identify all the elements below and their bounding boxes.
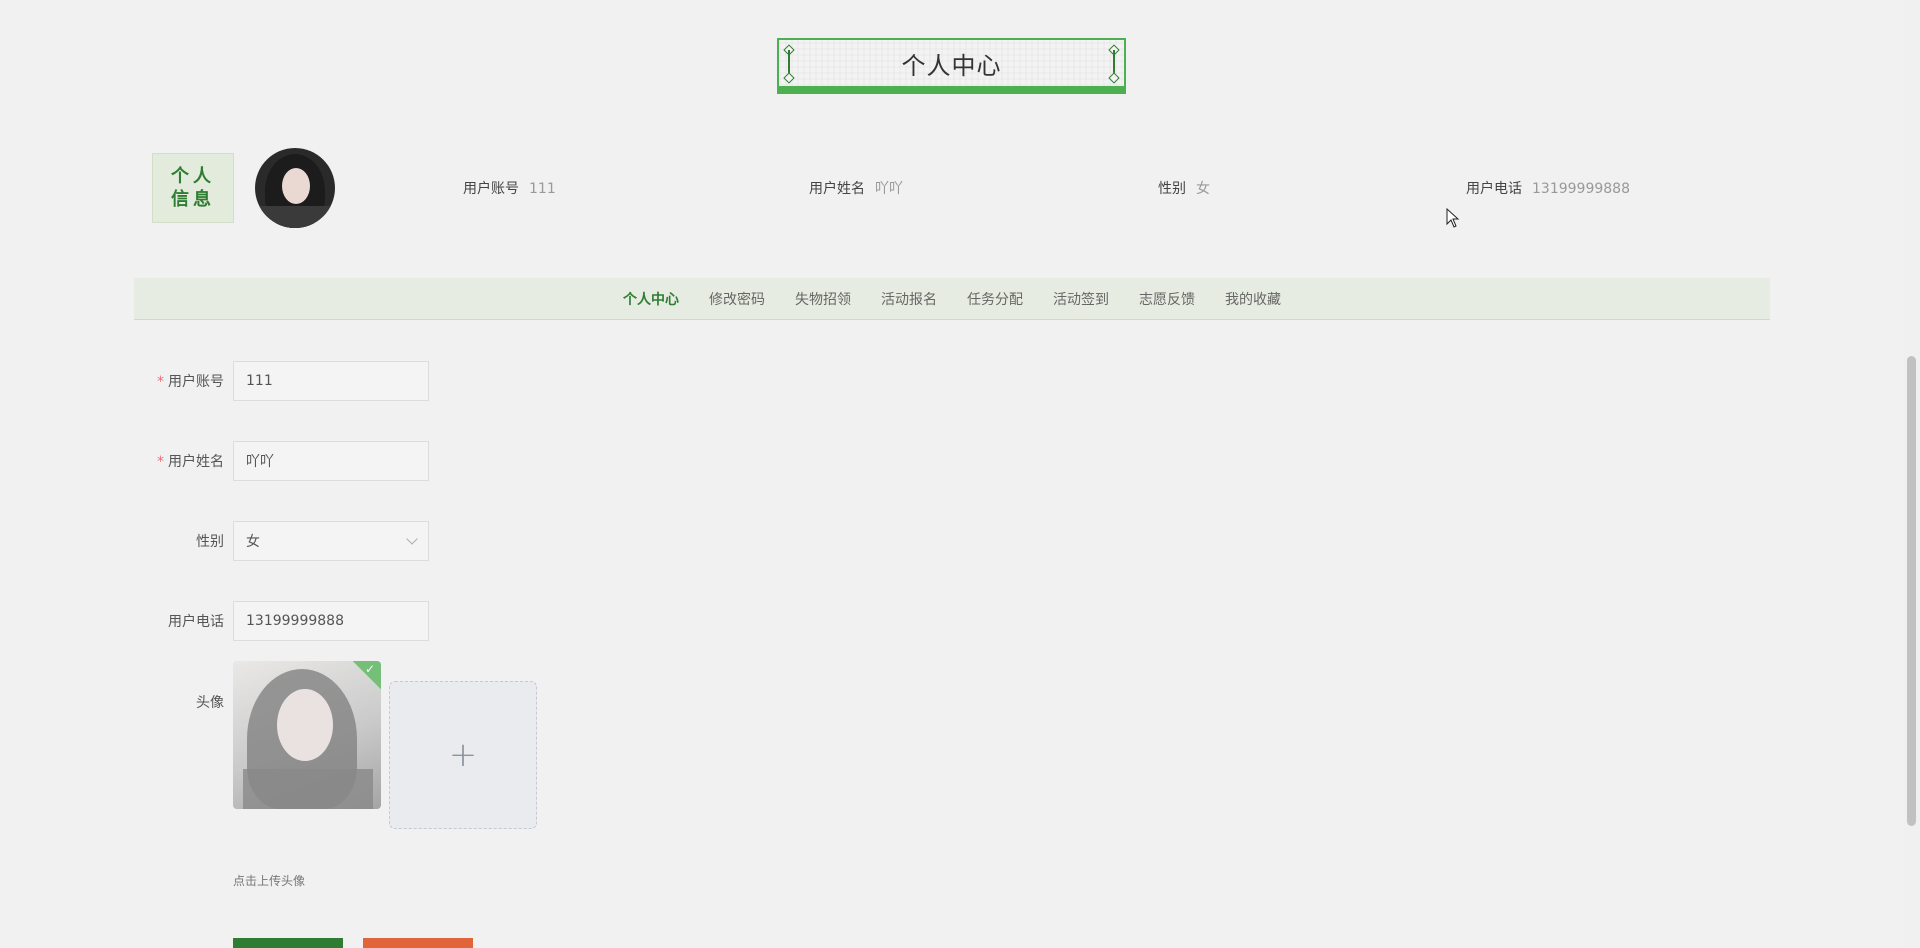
form-row-phone: 用户电话 [140, 601, 429, 641]
avatar [255, 148, 335, 228]
avatar-upload-button[interactable]: + [389, 681, 537, 829]
form-row-account: * 用户账号 [140, 361, 429, 401]
profile-field-label: 性别 [1158, 181, 1186, 197]
profile-field-phone: 用户电话 13199999888 [1466, 178, 1630, 198]
scrollbar-thumb[interactable] [1907, 356, 1916, 826]
tab-personal-center[interactable]: 个人中心 [623, 289, 679, 309]
avatar-upload-tip: 点击上传头像 [233, 874, 306, 888]
avatar-upload-label: 头像 [196, 695, 224, 711]
uploaded-avatar-preview[interactable]: ✓ [233, 661, 381, 809]
gender-label: 性别 [196, 534, 224, 550]
tab-task-assignment[interactable]: 任务分配 [967, 289, 1023, 309]
profile-field-value: 111 [529, 181, 556, 197]
phone-label: 用户电话 [168, 614, 224, 630]
profile-nav: 个人中心 修改密码 失物招领 活动报名 任务分配 活动签到 志愿反馈 我的收藏 [134, 278, 1770, 320]
gender-select[interactable]: 女 [233, 521, 429, 561]
form-row-gender: 性别 女 [140, 521, 429, 561]
profile-info-tag-line2: 信息 [171, 189, 215, 210]
required-mark: * [157, 454, 164, 470]
profile-field-name: 用户姓名 吖吖 [809, 178, 903, 198]
tab-activity-checkin[interactable]: 活动签到 [1053, 289, 1109, 309]
page-title-box: 个人中心 [777, 38, 1126, 94]
title-ornament-left-icon [783, 44, 795, 84]
chevron-down-icon [406, 533, 418, 545]
mouse-cursor-icon [1446, 208, 1460, 228]
tab-lost-and-found[interactable]: 失物招领 [795, 289, 851, 309]
name-label: * 用户姓名 [157, 454, 224, 470]
profile-field-value: 女 [1196, 181, 1210, 197]
required-mark: * [157, 374, 164, 390]
profile-field-label: 用户账号 [463, 181, 519, 197]
tab-activity-signup[interactable]: 活动报名 [881, 289, 937, 309]
tab-volunteer-feedback[interactable]: 志愿反馈 [1139, 289, 1195, 309]
profile-field-label: 用户电话 [1466, 181, 1522, 197]
check-icon: ✓ [364, 662, 375, 676]
profile-info-tag: 个人 信息 [152, 153, 234, 223]
name-input[interactable] [233, 441, 429, 481]
profile-field-label: 用户姓名 [809, 181, 865, 197]
page-scrollbar[interactable] [1903, 0, 1920, 948]
phone-input[interactable] [233, 601, 429, 641]
save-button[interactable] [233, 938, 343, 948]
cancel-button[interactable] [363, 938, 473, 948]
account-input[interactable] [233, 361, 429, 401]
page-title: 个人中心 [901, 51, 1002, 80]
gender-select-value: 女 [246, 534, 260, 550]
page: 个人中心 个人 信息 用户账号 111 用户姓名 吖吖 性别女 用户电话 131999… [0, 0, 1920, 948]
form-row-name: * 用户姓名 [140, 441, 429, 481]
profile-field-value: 13199999888 [1532, 181, 1630, 197]
tab-change-password[interactable]: 修改密码 [709, 289, 765, 309]
profile-field-gender: 性别女 [1158, 178, 1210, 198]
profile-field-account: 用户账号 111 [463, 178, 556, 198]
plus-icon: + [448, 735, 478, 775]
tab-my-favorites[interactable]: 我的收藏 [1225, 289, 1281, 309]
profile-info-tag-line1: 个人 [171, 166, 215, 187]
title-ornament-right-icon [1108, 44, 1120, 84]
profile-field-value: 吖吖 [875, 181, 903, 197]
account-label: * 用户账号 [157, 374, 224, 390]
